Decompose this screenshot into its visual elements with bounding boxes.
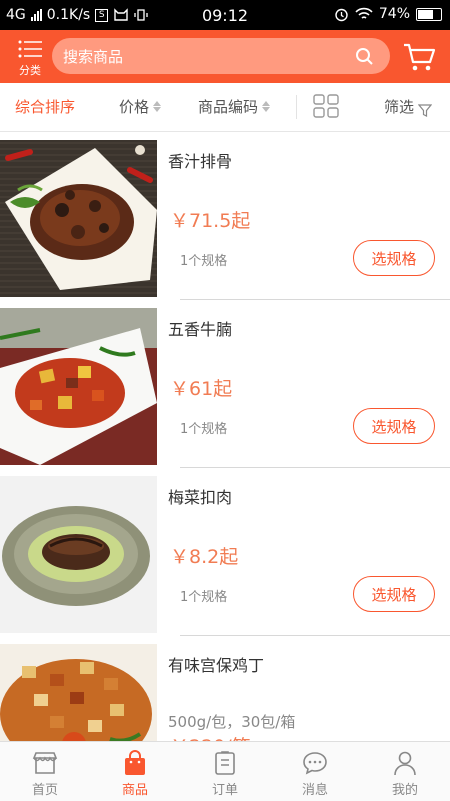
product-spec-count: 1个规格 — [180, 422, 228, 437]
battery-icon — [416, 7, 442, 21]
grid-view-icon[interactable] — [313, 94, 339, 118]
tab-home[interactable]: 首页 — [0, 742, 90, 801]
product-name[interactable]: 梅菜扣肉 — [168, 484, 232, 508]
product-list[interactable]: 香汁排骨 ￥71.5起 1个规格 选规格 五香牛腩 ￥61起 1个规格 选规格 … — [0, 131, 450, 741]
product-price: ￥71.5起 — [170, 210, 251, 232]
product-image[interactable] — [0, 476, 157, 633]
tab-messages[interactable]: 消息 — [270, 742, 360, 801]
wifi-icon — [355, 7, 373, 19]
tab-orders-label: 订单 — [211, 783, 238, 798]
sort-comprehensive-label: 综合排序 — [15, 98, 76, 116]
sort-code-label: 商品编码 — [198, 98, 259, 116]
category-label: 分类 — [19, 64, 41, 77]
product-price: ￥220/箱 — [170, 732, 251, 741]
product-image[interactable] — [0, 308, 157, 465]
search-input[interactable]: 搜索商品 — [52, 38, 390, 74]
product-item[interactable]: 香汁排骨 ￥71.5起 1个规格 选规格 — [0, 131, 450, 300]
product-item[interactable]: 梅菜扣肉 ￥8.2起 1个规格 选规格 — [0, 467, 450, 636]
choose-spec-button[interactable]: 选规格 — [353, 576, 435, 612]
sort-price-label: 价格 — [119, 98, 150, 116]
search-icon[interactable] — [354, 46, 374, 66]
shopping-bag-icon — [125, 750, 145, 775]
tab-home-label: 首页 — [31, 783, 58, 798]
cart-icon[interactable] — [402, 40, 436, 74]
product-weight: 500g/包，30包/箱 — [168, 713, 296, 731]
product-name[interactable]: 五香牛腩 — [168, 316, 232, 340]
product-price: ￥61起 — [170, 378, 233, 400]
tab-products-label: 商品 — [121, 783, 148, 798]
product-item[interactable]: 有味宫保鸡丁 500g/包，30包/箱 ￥220/箱 — [0, 635, 450, 741]
alarm-icon — [335, 8, 348, 21]
choose-spec-button[interactable]: 选规格 — [353, 240, 435, 276]
category-button[interactable]: 分类 — [12, 36, 48, 78]
battery-percent: 74% — [378, 6, 410, 22]
category-menu-icon — [18, 40, 42, 58]
sort-arrows-icon — [262, 101, 271, 112]
order-icon — [215, 751, 235, 775]
product-image[interactable] — [0, 140, 157, 297]
tab-messages-label: 消息 — [301, 783, 328, 798]
bottom-tab-bar: 首页 商品 订单 消息 我的 — [0, 741, 450, 801]
tab-mine-label: 我的 — [391, 783, 418, 798]
sort-divider — [296, 95, 297, 119]
product-spec-count: 1个规格 — [180, 590, 228, 605]
sort-arrows-icon — [153, 101, 162, 112]
status-bar: 4G 0.1K/s S 09:12 74% — [0, 0, 450, 30]
product-name[interactable]: 有味宫保鸡丁 — [168, 652, 264, 676]
filter-label: 筛选 — [384, 98, 415, 116]
product-image[interactable] — [0, 644, 157, 741]
filter-button[interactable]: 筛选 — [384, 96, 433, 117]
search-placeholder: 搜索商品 — [63, 48, 124, 66]
sort-price[interactable]: 价格 — [119, 96, 162, 117]
product-item[interactable]: 五香牛腩 ￥61起 1个规格 选规格 — [0, 299, 450, 468]
product-price: ￥8.2起 — [170, 546, 239, 568]
sort-comprehensive[interactable]: 综合排序 — [15, 96, 75, 117]
choose-spec-button[interactable]: 选规格 — [353, 408, 435, 444]
tab-products[interactable]: 商品 — [90, 742, 180, 801]
tab-orders[interactable]: 订单 — [180, 742, 270, 801]
sort-bar: 综合排序 价格 商品编码 筛选 — [0, 83, 450, 132]
product-spec-count: 1个规格 — [180, 254, 228, 269]
tab-mine[interactable]: 我的 — [360, 742, 450, 801]
filter-icon — [418, 103, 433, 117]
store-icon — [32, 752, 58, 774]
user-icon — [394, 751, 416, 776]
top-header: 分类 搜索商品 — [0, 30, 450, 83]
product-name[interactable]: 香汁排骨 — [168, 148, 232, 172]
message-icon — [303, 752, 327, 775]
sort-product-code[interactable]: 商品编码 — [198, 96, 271, 117]
